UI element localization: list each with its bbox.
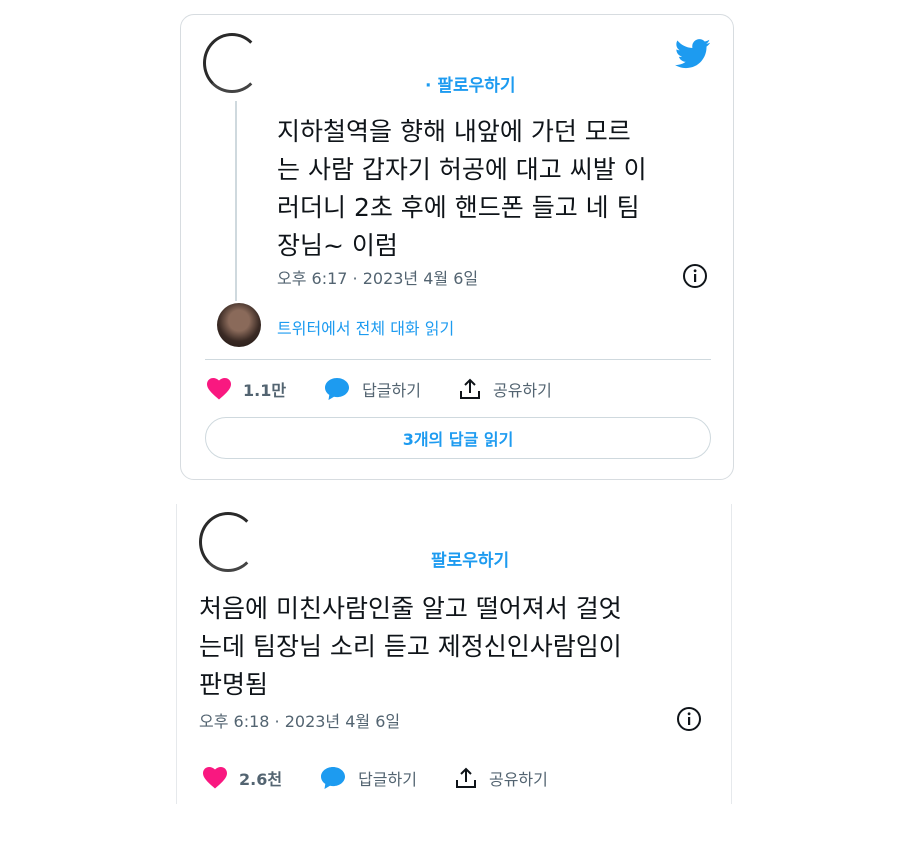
share-button[interactable]: 공유하기: [459, 377, 552, 401]
like-count: 2.6천: [239, 770, 283, 789]
share-button[interactable]: 공유하기: [455, 766, 548, 790]
share-label: 공유하기: [492, 381, 552, 400]
heart-icon: [203, 767, 227, 789]
read-replies-button[interactable]: 3개의 답글 읽기: [205, 417, 711, 459]
tweet-actions: 1.1만 답글하기 공유하기: [207, 377, 590, 401]
speech-bubble-icon: [321, 767, 346, 789]
reply-button[interactable]: 답글하기: [324, 377, 421, 401]
speech-bubble-icon: [325, 378, 350, 400]
follow-button[interactable]: · 팔로우하기: [425, 71, 516, 96]
reply-button[interactable]: 답글하기: [320, 766, 417, 790]
twitter-bird-icon[interactable]: [675, 39, 711, 69]
share-icon: [455, 767, 476, 788]
tweet-timestamp[interactable]: 오후 6:17 · 2023년 4월 6일: [277, 265, 478, 289]
read-thread-link[interactable]: 트위터에서 전체 대화 읽기: [277, 315, 454, 339]
reply-avatar[interactable]: [217, 303, 261, 347]
tweet-card-2: 팔로우하기 처음에 미친사람인줄 알고 떨어져서 걸엇 는데 팀장님 소리 듣고…: [176, 504, 732, 804]
like-button[interactable]: 2.6천: [203, 766, 282, 790]
share-icon: [459, 378, 480, 399]
tweet-card-1: · 팔로우하기 지하철역을 향해 내앞에 가던 모르 는 사람 갑자기 허공에 …: [180, 14, 734, 480]
info-icon[interactable]: [676, 706, 702, 732]
thread-line: [235, 101, 237, 301]
info-icon[interactable]: [682, 263, 708, 289]
reply-label: 답글하기: [358, 770, 417, 789]
tweet-text: 지하철역을 향해 내앞에 가던 모르 는 사람 갑자기 허공에 대고 씨발 이 …: [277, 117, 647, 260]
tweet-text: 처음에 미친사람인줄 알고 떨어져서 걸엇 는데 팀장님 소리 듣고 제정신인사…: [199, 594, 622, 699]
avatar[interactable]: [203, 33, 261, 93]
tweet-timestamp[interactable]: 오후 6:18 · 2023년 4월 6일: [199, 708, 400, 732]
like-count: 1.1만: [243, 381, 287, 400]
avatar[interactable]: [199, 512, 257, 572]
divider: [205, 359, 711, 360]
reply-label: 답글하기: [362, 381, 421, 400]
follow-button[interactable]: 팔로우하기: [431, 546, 509, 571]
share-label: 공유하기: [488, 770, 548, 789]
heart-icon: [207, 378, 231, 400]
tweet-actions: 2.6천 답글하기 공유하기: [203, 766, 586, 790]
like-button[interactable]: 1.1만: [207, 377, 286, 401]
